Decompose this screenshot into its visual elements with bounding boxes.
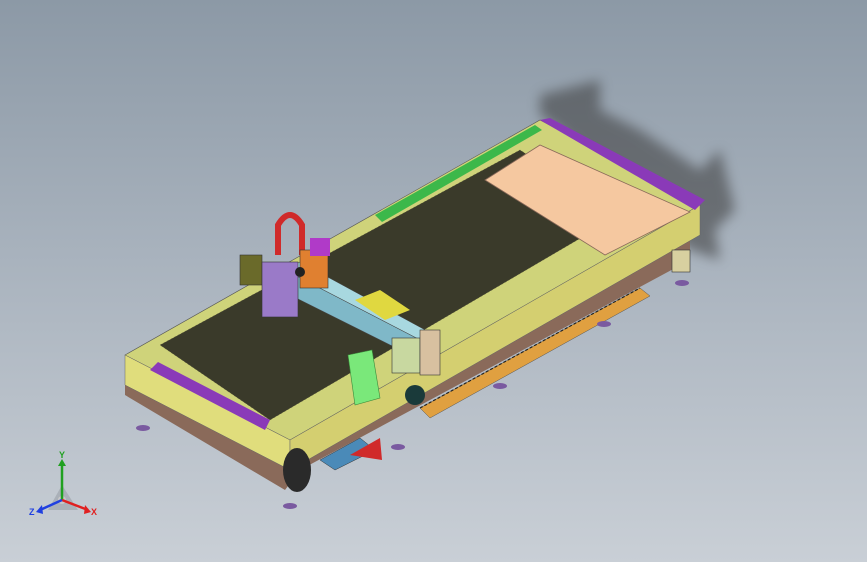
cad-viewport[interactable]: Y X Z: [0, 0, 867, 562]
triad-y-label: Y: [59, 450, 65, 460]
triad-x-label: X: [91, 507, 97, 517]
triad-z-label: Z: [29, 507, 35, 517]
axis-triad: Y X Z: [29, 450, 97, 517]
